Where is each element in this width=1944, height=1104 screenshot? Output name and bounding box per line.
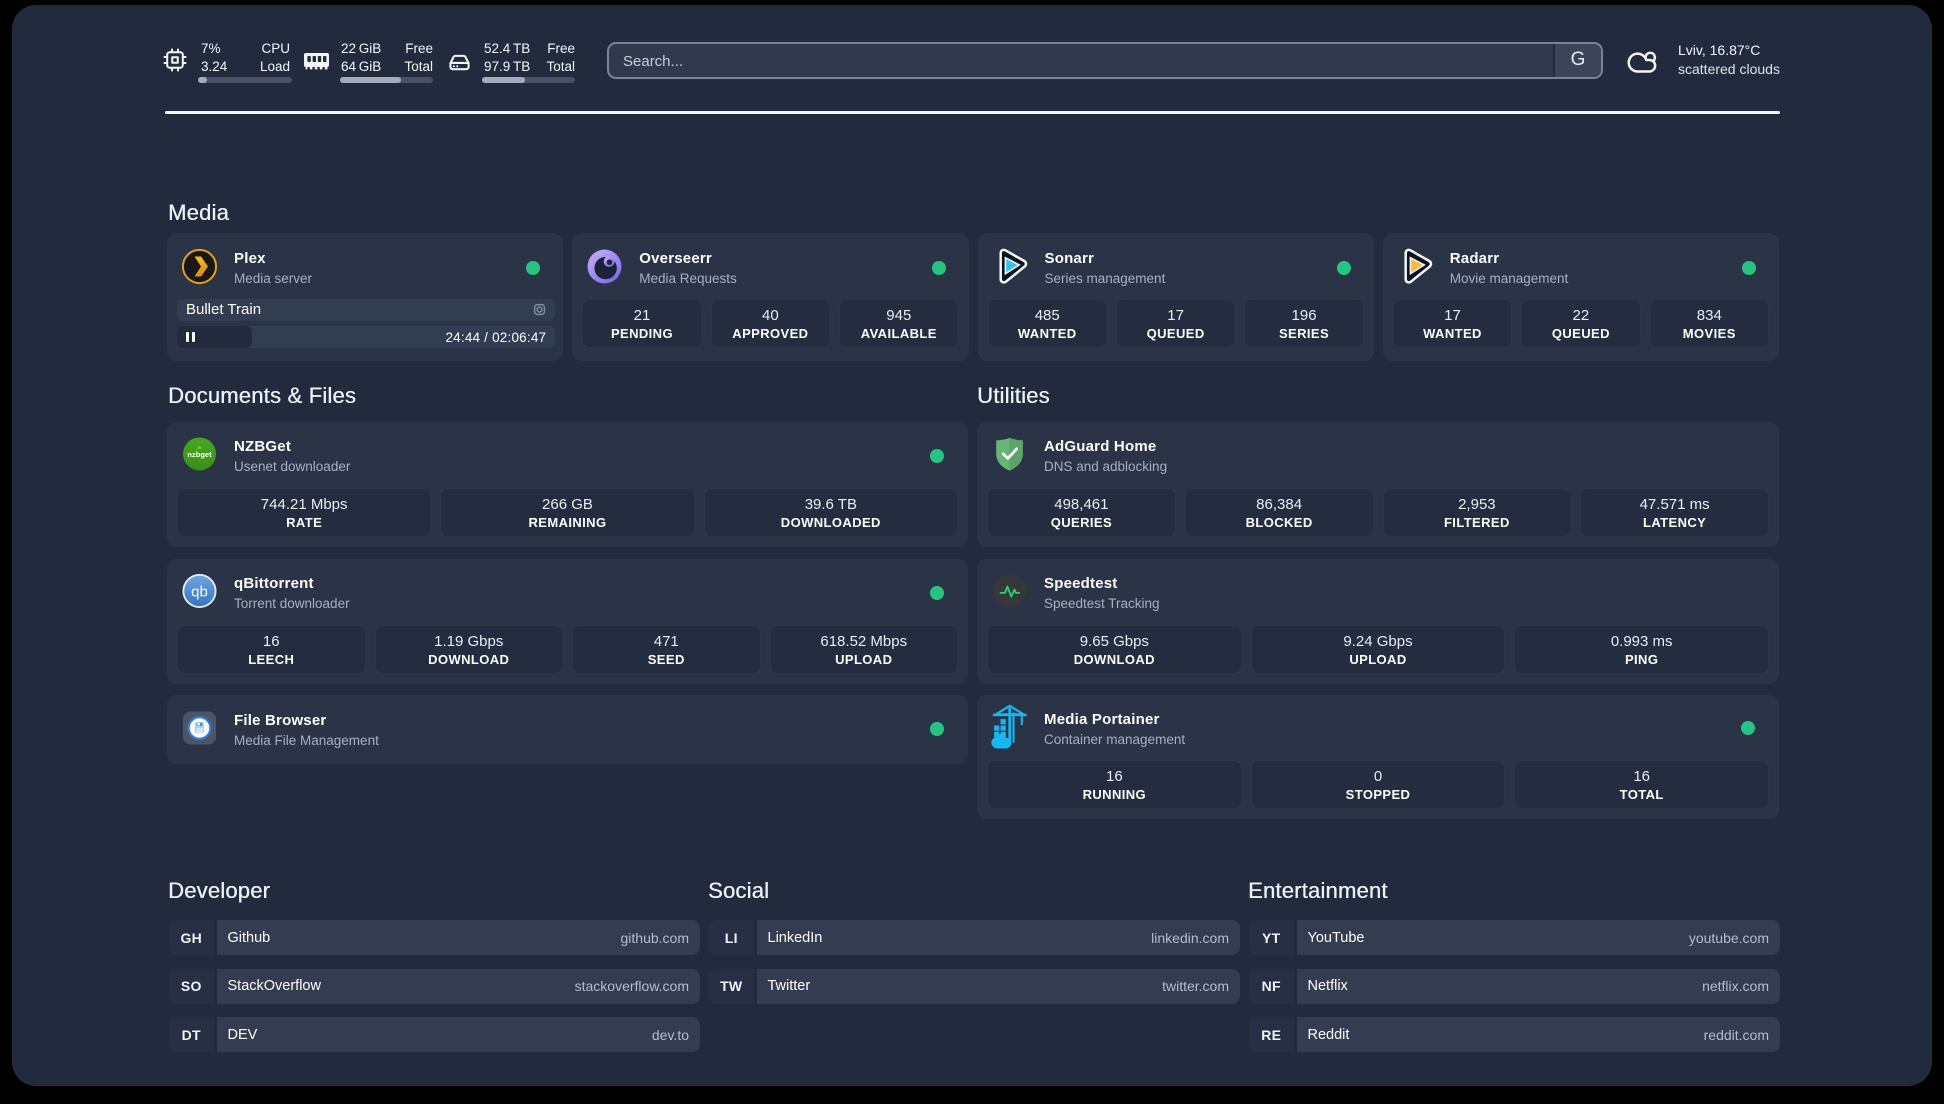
svg-text:qb: qb <box>191 583 208 600</box>
svg-text:nzbget: nzbget <box>187 450 212 459</box>
